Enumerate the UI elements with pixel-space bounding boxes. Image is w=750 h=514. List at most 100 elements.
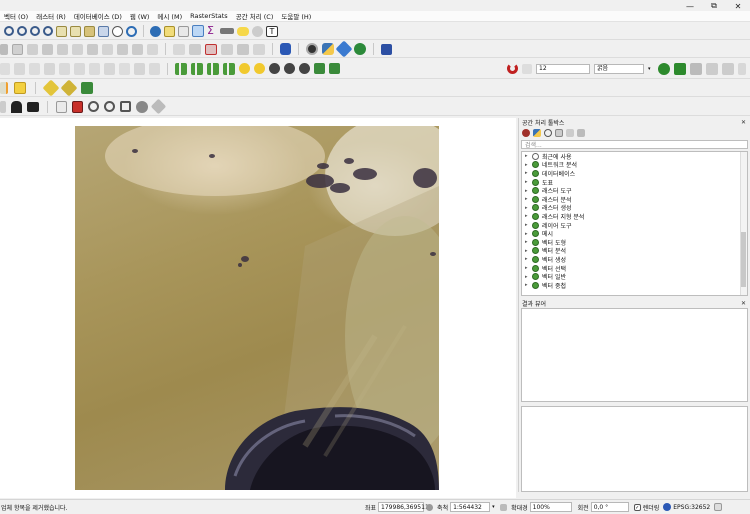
menu-raster[interactable]: 래스터 (R) (32, 11, 70, 21)
toolbox-tree-item[interactable]: ▸ 벡터 도형 (522, 238, 747, 247)
toggle-edit-icon[interactable] (0, 43, 8, 55)
redo-icon[interactable] (147, 43, 158, 55)
expand-arrow-icon[interactable]: ▸ (525, 170, 532, 176)
expand-arrow-icon[interactable]: ▸ (525, 282, 532, 288)
transform-icon[interactable] (690, 62, 702, 75)
saturation-icon[interactable] (284, 63, 295, 74)
tree-scroll-thumb[interactable] (741, 232, 746, 287)
new-map-view-icon[interactable] (98, 25, 109, 37)
trace-tool-icon[interactable] (674, 62, 686, 75)
expand-arrow-icon[interactable]: ▸ (525, 248, 532, 254)
globe-icon[interactable] (136, 100, 148, 113)
add-wfs-icon[interactable] (60, 80, 78, 96)
results-close-icon[interactable]: ✕ (741, 300, 750, 307)
copy-icon[interactable] (102, 43, 113, 55)
add-raster-icon[interactable] (14, 82, 26, 94)
menu-web[interactable]: 웹 (W) (126, 11, 154, 21)
history-icon[interactable] (544, 128, 552, 137)
toolbox-tree-item[interactable]: ▸ 벡터 생성 (522, 255, 747, 264)
crs-label[interactable]: EPSG:32652 (673, 504, 710, 511)
toolbox-tree-item[interactable]: ▸ 벡터 분석 (522, 247, 747, 255)
new-layer-icon[interactable] (56, 100, 67, 113)
zoom-selection-icon[interactable] (30, 26, 40, 36)
toolbox-tree-item[interactable]: ▸ 래스터 생성 (522, 204, 747, 212)
expand-arrow-icon[interactable]: ▸ (525, 222, 532, 228)
select-icon[interactable] (164, 25, 175, 37)
toolbox-tree-item[interactable]: ▸ 래스터 지형 분석 (522, 212, 747, 221)
histogram-stretch-icon[interactable] (191, 62, 203, 75)
swap-icon[interactable] (27, 101, 39, 112)
rotate-feature-icon[interactable] (722, 62, 734, 75)
python-script-icon[interactable] (533, 128, 541, 137)
expand-arrow-icon[interactable]: ▸ (525, 256, 532, 262)
magnet-snapping-icon[interactable] (507, 63, 518, 74)
expand-arrow-icon[interactable]: ▸ (525, 265, 532, 271)
font-style-select[interactable]: 굵음 (594, 63, 644, 74)
fill-ring-icon[interactable] (74, 62, 85, 75)
menu-help[interactable]: 도움말 (H) (277, 11, 315, 21)
style-dropdown-arrow-icon[interactable]: ▾ (648, 66, 654, 72)
expand-arrow-icon[interactable]: ▸ (525, 162, 532, 168)
zoom-area-icon[interactable] (104, 101, 115, 112)
add-wms-icon[interactable] (42, 80, 60, 96)
database-icon[interactable] (280, 43, 291, 55)
satellite-raster-layer[interactable] (75, 126, 439, 490)
deselect-icon[interactable] (178, 25, 189, 37)
render-checkbox[interactable]: ✓ (633, 503, 641, 511)
pan-icon[interactable] (0, 100, 6, 113)
split-features-icon[interactable] (119, 62, 130, 75)
font-size-field[interactable]: 12 (536, 63, 590, 74)
rotate-label-icon[interactable] (237, 43, 249, 55)
expand-arrow-icon[interactable]: ▸ (525, 213, 532, 219)
expand-arrow-icon[interactable]: ▸ (525, 188, 532, 194)
plugin-icon[interactable] (335, 41, 353, 57)
scale-field[interactable]: 1:564432 (450, 502, 491, 512)
sync-icon[interactable] (354, 43, 366, 55)
undo-icon[interactable] (132, 43, 143, 55)
toolbox-tree-item[interactable]: ▸ 메시 (522, 229, 747, 238)
histogram-icon[interactable] (175, 62, 187, 75)
brightness-icon[interactable] (239, 63, 250, 74)
coordinate-field[interactable]: 179986,3695111 (378, 502, 433, 512)
zoom-next-icon[interactable] (84, 25, 95, 37)
extent-icon[interactable] (120, 101, 131, 112)
model-icon[interactable] (522, 128, 530, 137)
identify-icon[interactable] (150, 25, 161, 37)
raster-calc-icon[interactable] (314, 63, 325, 74)
toolbox-tree-item[interactable]: ▸ 도표 (522, 178, 747, 187)
results-icon[interactable] (555, 128, 563, 137)
toolbox-tree-item[interactable]: ▸ 래스터 분석 (522, 195, 747, 204)
offset-curve-icon[interactable] (0, 62, 10, 75)
settings-icon[interactable] (192, 25, 204, 37)
toolbox-tree-item[interactable]: ▸ 벡터 중첩 (522, 281, 747, 290)
tree-scrollbar[interactable] (740, 152, 747, 295)
move-feature-icon[interactable] (42, 43, 53, 55)
add-feature-icon[interactable] (27, 43, 38, 55)
menu-database[interactable]: 데이터베이스 (D) (70, 11, 126, 21)
add-ring-icon[interactable] (44, 62, 55, 75)
toolbox-tree-item[interactable]: ▸ 벡터 선택 (522, 264, 747, 273)
zoom-full-icon[interactable] (17, 26, 27, 36)
split-parts-icon[interactable] (134, 62, 145, 75)
text-annotation-icon[interactable]: T (266, 25, 278, 37)
vertex-tool-icon[interactable] (57, 43, 68, 55)
delete-ring-icon[interactable] (89, 62, 100, 75)
expand-arrow-icon[interactable]: ▸ (525, 231, 532, 237)
curve-tool-icon[interactable] (658, 62, 670, 75)
options-icon[interactable] (577, 128, 585, 137)
help-icon[interactable] (381, 43, 392, 55)
add-vector-icon[interactable] (0, 82, 8, 94)
results-list[interactable] (521, 308, 748, 402)
merge-features-icon[interactable] (149, 62, 160, 75)
messages-icon[interactable] (714, 503, 723, 511)
hue-icon[interactable] (299, 63, 310, 74)
crs-icon[interactable] (663, 503, 672, 511)
rotation-field[interactable]: 0,0 ° (590, 502, 629, 512)
paste-icon[interactable] (117, 43, 128, 55)
temporal-icon[interactable] (112, 25, 123, 37)
expand-arrow-icon[interactable]: ▸ (525, 239, 532, 245)
toolbox-tree-item[interactable]: ▸ 최근에 사용 (522, 152, 747, 161)
expand-arrow-icon[interactable]: ▸ (525, 196, 532, 202)
zoom-point-icon[interactable] (88, 101, 99, 112)
toolbox-tree-item[interactable]: ▸ 래스터 도구 (522, 186, 747, 195)
